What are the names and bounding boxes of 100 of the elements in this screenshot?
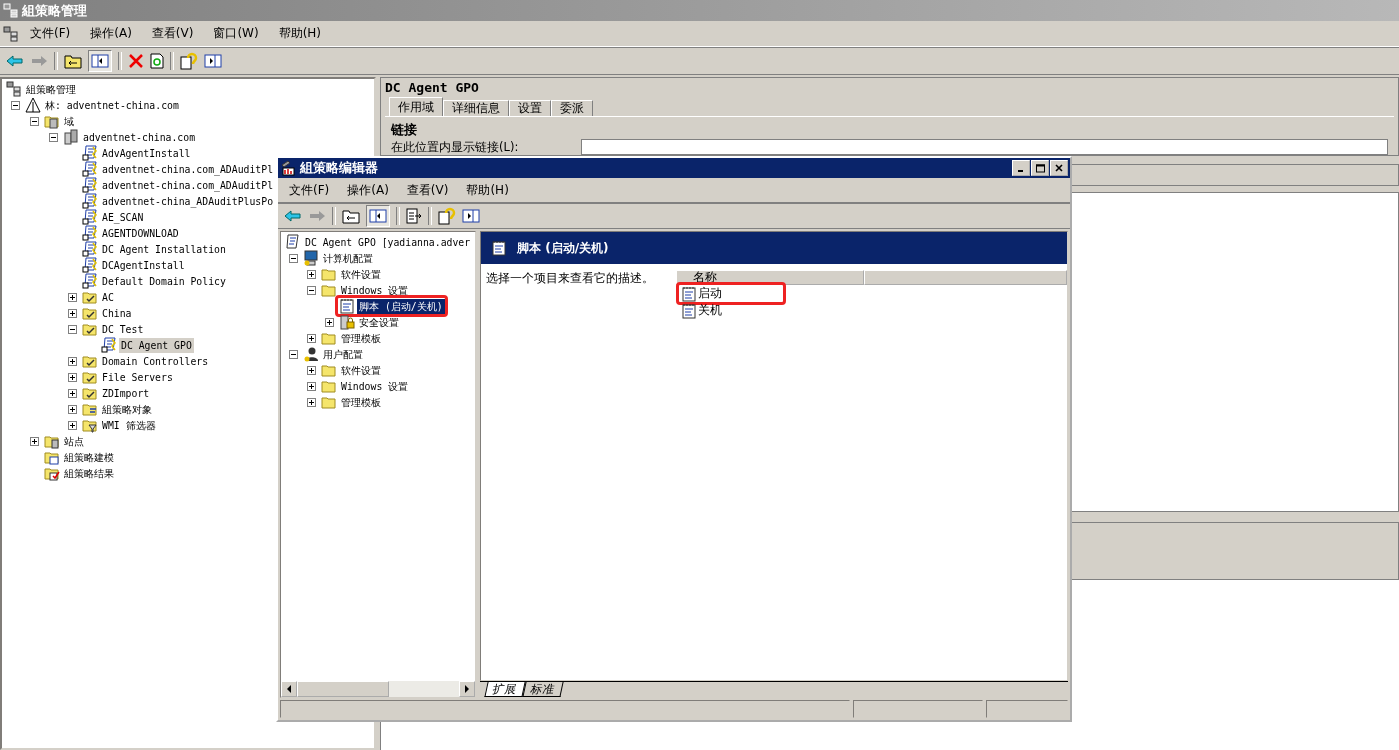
folder-check-icon (82, 289, 98, 305)
tree-item[interactable]: Windows 设置 (339, 282, 411, 298)
tree-item[interactable]: 組策略结果 (62, 465, 116, 481)
panel-icon[interactable] (462, 209, 480, 223)
tree-item[interactable]: 用户配置 (321, 346, 365, 362)
show-tree-button[interactable] (88, 50, 112, 72)
tree-item[interactable]: AE_SCAN (100, 209, 146, 225)
expand-icon[interactable] (307, 381, 316, 391)
collapse-icon[interactable] (30, 116, 39, 126)
tree-item[interactable]: WMI 筛选器 (100, 417, 158, 433)
delete-icon[interactable] (128, 53, 144, 69)
tree-item[interactable]: DCAgentInstall (100, 257, 187, 273)
tree-item[interactable]: 软件设置 (339, 362, 383, 378)
tree-item[interactable]: 組策略对象 (100, 401, 154, 417)
expand-icon[interactable] (325, 317, 334, 327)
tree-item[interactable]: AC (100, 289, 116, 305)
expand-icon[interactable] (307, 397, 316, 407)
tree-item[interactable]: adventnet-china.com (81, 129, 198, 145)
folder-up-icon[interactable] (64, 53, 82, 69)
tree-item[interactable]: 站点 (62, 433, 86, 449)
expand-icon[interactable] (68, 308, 77, 318)
tree-item[interactable]: Windows 设置 (339, 378, 411, 394)
editor-app-icon (281, 160, 297, 176)
scroll-right-icon[interactable] (464, 685, 470, 693)
tree-item[interactable]: 脚本 (启动/关机) (357, 298, 445, 314)
collapse-icon[interactable] (289, 349, 298, 359)
tree-item[interactable]: DC Agent GPO (119, 337, 194, 353)
tree-item[interactable]: 安全设置 (357, 314, 401, 330)
folder-check-icon (82, 321, 98, 337)
list-item[interactable]: 关机 (697, 302, 723, 319)
collapse-icon[interactable] (307, 285, 316, 295)
tree-item[interactable]: ZDImport (100, 385, 152, 401)
tree-item[interactable]: Default Domain Policy (100, 273, 228, 289)
tree-item[interactable]: 林: adventnet-china.com (43, 97, 181, 113)
tree-item[interactable]: AGENTDOWNLOAD (100, 225, 181, 241)
folder-check-icon (82, 353, 98, 369)
expand-icon[interactable] (307, 269, 316, 279)
tree-item[interactable]: File Servers (100, 369, 175, 385)
tree-item[interactable]: DC Agent Installation (100, 241, 228, 257)
collapse-icon[interactable] (11, 100, 20, 110)
tree-item[interactable]: 管理模板 (339, 330, 383, 346)
expand-icon[interactable] (68, 372, 77, 382)
tab[interactable]: 作用域 (389, 97, 443, 116)
location-field[interactable] (581, 139, 1388, 155)
view-tab[interactable]: 扩展 (484, 682, 526, 697)
expand-icon[interactable] (307, 365, 316, 375)
tree-item[interactable]: adventnet-china.com_ADAuditPl (100, 161, 276, 177)
back-icon[interactable] (284, 209, 302, 223)
tree-item[interactable]: DC Agent GPO [yadianna.adver (303, 234, 473, 250)
tree-item[interactable]: 计算机配置 (321, 250, 375, 266)
tab[interactable]: 设置 (509, 100, 551, 116)
horizontal-scrollbar[interactable] (281, 681, 475, 697)
menu-item[interactable]: 帮助(H) (269, 23, 331, 44)
expand-icon[interactable] (68, 356, 77, 366)
expand-icon[interactable] (68, 388, 77, 398)
tree-item[interactable]: Domain Controllers (100, 353, 211, 369)
collapse-icon[interactable] (289, 253, 298, 263)
menu-item[interactable]: 操作(A) (81, 23, 141, 44)
tree-item[interactable]: 域 (62, 113, 76, 129)
notepad-icon (681, 302, 697, 319)
refresh-icon[interactable] (150, 53, 164, 69)
tree-item[interactable]: China (100, 305, 134, 321)
menu-item[interactable]: 查看(V) (397, 179, 458, 201)
collapse-icon[interactable] (68, 324, 77, 334)
panel-icon[interactable] (204, 54, 222, 68)
back-icon[interactable] (6, 54, 24, 68)
help-icon[interactable] (438, 207, 456, 225)
tree-item[interactable]: 管理模板 (339, 394, 383, 410)
menu-item[interactable]: 帮助(H) (457, 179, 518, 201)
tree-item[interactable]: 软件设置 (339, 266, 383, 282)
scroll-icon (82, 145, 98, 161)
close-button[interactable] (1050, 160, 1068, 176)
show-tree-button[interactable] (366, 205, 390, 227)
tree-item[interactable]: adventnet-china.com_ADAuditPl (100, 177, 276, 193)
tree-item[interactable]: AdvAgentInstall (100, 145, 193, 161)
expand-icon[interactable] (68, 420, 77, 430)
tab[interactable]: 委派 (551, 100, 593, 116)
export-list-icon[interactable] (406, 208, 422, 224)
tree-item[interactable]: DC Test (100, 321, 146, 337)
menu-item[interactable]: 文件(F) (280, 179, 339, 201)
expand-icon[interactable] (30, 436, 39, 446)
menu-item[interactable]: 文件(F) (21, 23, 80, 44)
expand-icon[interactable] (68, 404, 77, 414)
help-icon[interactable] (180, 52, 198, 70)
tab[interactable]: 详细信息 (443, 100, 509, 116)
folder-window-icon (44, 449, 60, 465)
menu-item[interactable]: 查看(V) (142, 23, 203, 44)
collapse-icon[interactable] (49, 132, 58, 142)
maximize-button[interactable] (1031, 160, 1049, 176)
tree-item[interactable]: 組策略管理 (24, 81, 78, 97)
expand-icon[interactable] (68, 292, 77, 302)
folder-up-icon[interactable] (342, 208, 360, 224)
tree-item[interactable]: 組策略建模 (62, 449, 116, 465)
minimize-button[interactable] (1012, 160, 1030, 176)
expand-icon[interactable] (307, 333, 316, 343)
menu-item[interactable]: 窗口(W) (204, 23, 268, 44)
scroll-left-icon[interactable] (286, 685, 292, 693)
menu-item[interactable]: 操作(A) (338, 179, 398, 201)
tree-item[interactable]: adventnet-china_ADAuditPlusPo (100, 193, 276, 209)
list-item[interactable]: 启动 (697, 285, 723, 302)
